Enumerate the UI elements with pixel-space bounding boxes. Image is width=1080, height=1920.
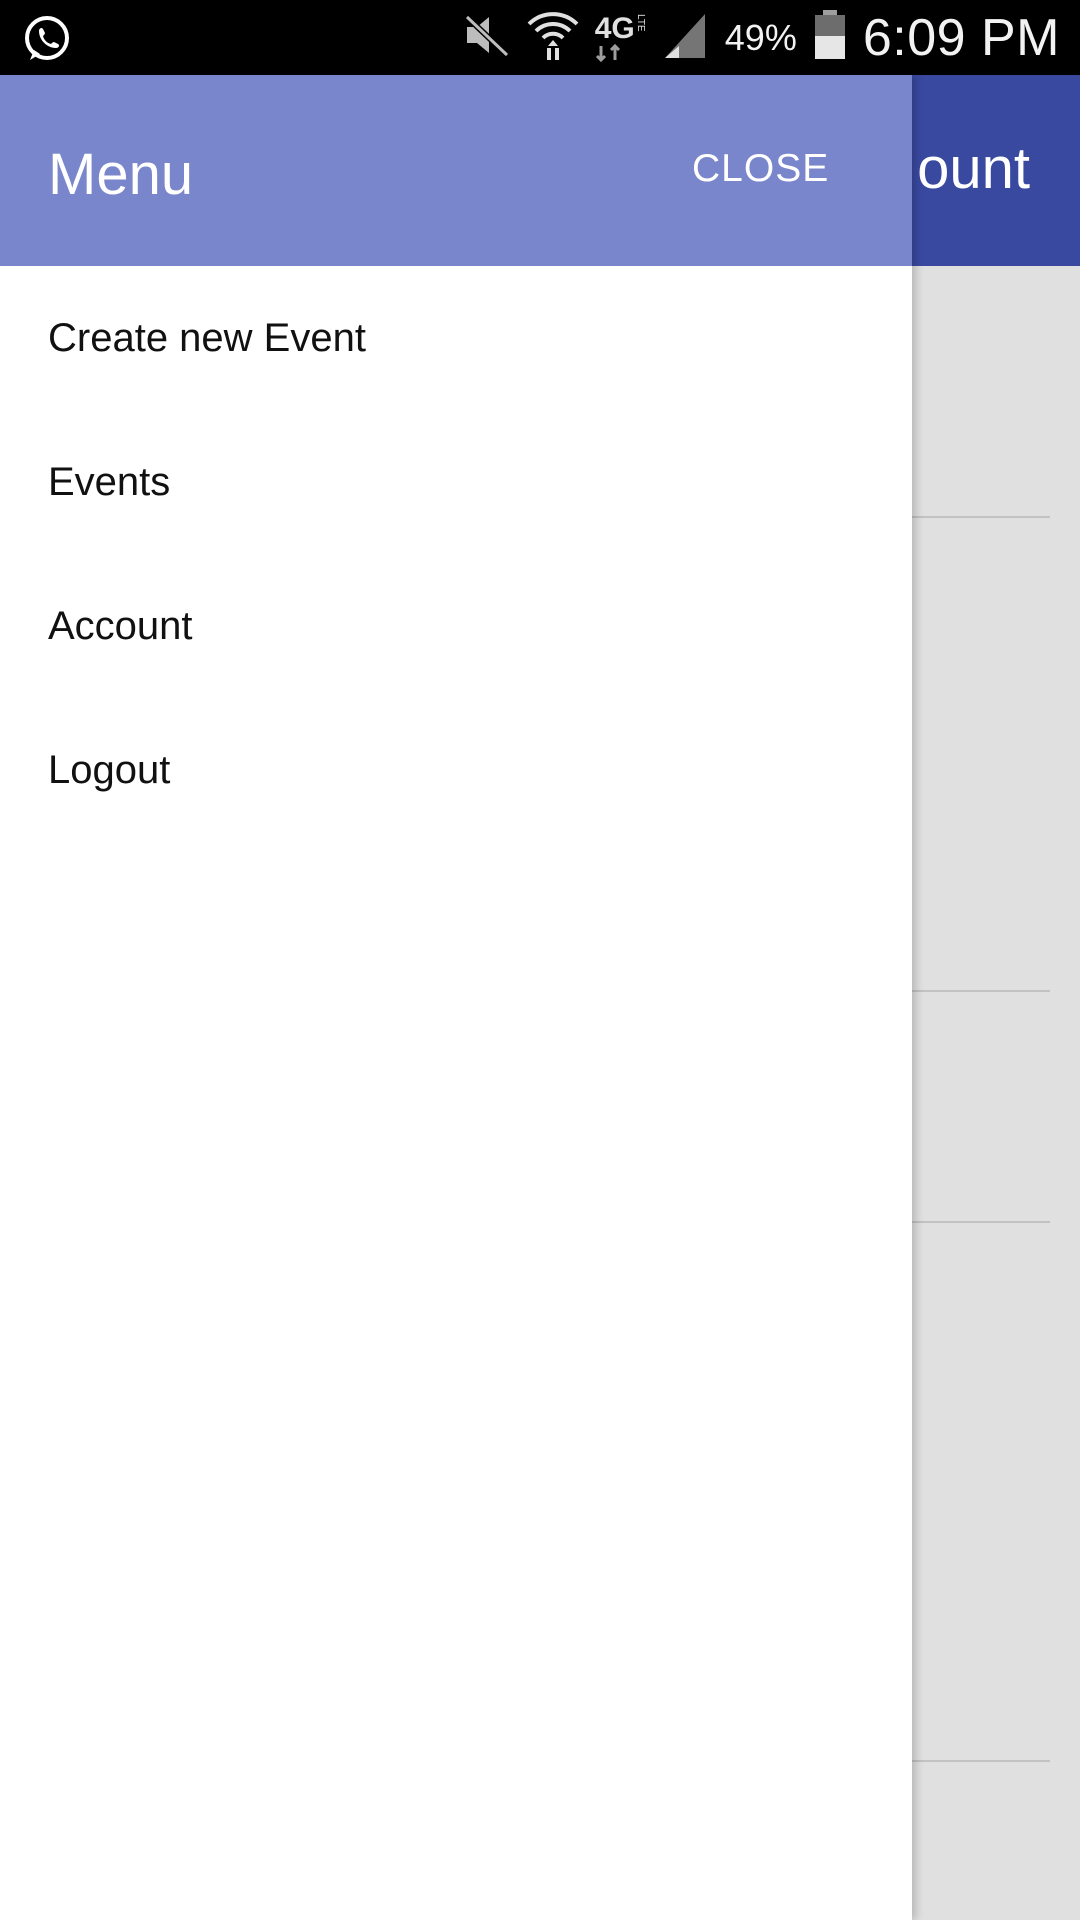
menu-item-logout[interactable]: Logout: [0, 698, 912, 842]
close-button[interactable]: CLOSE: [692, 147, 829, 191]
drawer-header: Menu CLOSE: [0, 75, 912, 266]
background-toolbar-title: ount: [917, 136, 1030, 201]
menu-item-account[interactable]: Account: [0, 554, 912, 698]
wifi-icon: [527, 8, 579, 67]
signal-icon: [661, 10, 709, 65]
clock: 6:09 PM: [862, 8, 1060, 67]
lte-icon: 4G LTE: [595, 13, 646, 62]
status-bar: 4G LTE 49% 6:09 PM: [0, 0, 1080, 75]
battery-icon: [813, 10, 847, 65]
battery-percent: 49%: [724, 16, 797, 58]
drawer-title: Menu: [48, 142, 194, 207]
menu-item-create-new-event[interactable]: Create new Event: [0, 266, 912, 410]
whatsapp-icon: [22, 14, 72, 69]
navigation-drawer: Menu CLOSE Create new Event Events Accou…: [0, 75, 912, 1920]
menu-item-events[interactable]: Events: [0, 410, 912, 554]
menu-list: Create new Event Events Account Logout: [0, 266, 912, 842]
mute-icon: [463, 13, 511, 62]
